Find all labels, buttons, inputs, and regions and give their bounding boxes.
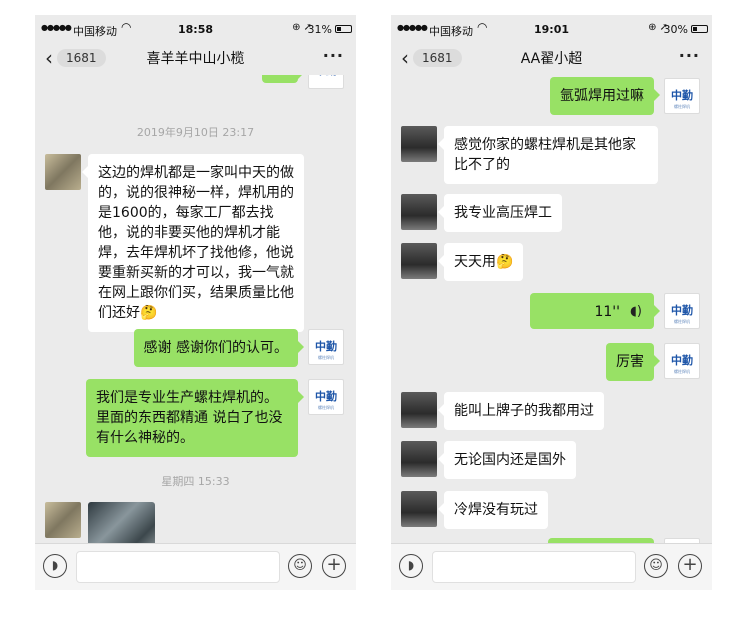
image-message[interactable]: [88, 502, 155, 543]
brand-subtitle: 螺柱焊机: [318, 355, 334, 360]
contact-avatar[interactable]: [45, 154, 81, 190]
plus-icon[interactable]: +: [678, 554, 702, 578]
brand-subtitle: 螺柱焊机: [674, 319, 690, 324]
brand-avatar[interactable]: 中勤 螺柱焊机: [664, 343, 700, 379]
message-bubble-partial[interactable]: [262, 75, 304, 83]
emoji-icon[interactable]: ☺: [644, 554, 668, 578]
brand-avatar[interactable]: 中勤 螺柱焊机: [664, 78, 700, 114]
chat-screen-right: ●●●●● 中国移动 ◠ 19:01 ⊕ ➚ 30% ‹ 1681 AA翟小超 …: [391, 15, 712, 590]
brand-avatar[interactable]: 中勤 螺柱焊机: [308, 329, 344, 365]
battery-percent: 30%: [663, 23, 688, 36]
contact-avatar[interactable]: [401, 392, 437, 428]
emoji-icon[interactable]: ☺: [288, 554, 312, 578]
brand-logo: 中勤: [309, 75, 343, 78]
message-bubble[interactable]: 无论国内还是国外: [438, 441, 576, 479]
voice-input-icon[interactable]: ◗: [43, 554, 67, 578]
message-input[interactable]: [432, 551, 636, 583]
message-bubble[interactable]: 冷焊没有玩过: [438, 491, 548, 529]
brand-avatar[interactable]: 中勤 螺柱焊机: [308, 379, 344, 415]
status-bar: ●●●●● 中国移动 ◠ 18:58 ⊕ ➚ 31%: [35, 15, 356, 43]
nav-bar: ‹ 1681 喜羊羊中山小榄 ···: [35, 43, 356, 75]
message-bubble[interactable]: 这边的焊机都是一家叫中天的做的，说的很神秘一样，焊机用的是1600的，每家工厂都…: [82, 154, 304, 332]
message-bubble[interactable]: 我专业高压焊工: [438, 194, 562, 232]
brand-logo: 中勤: [671, 304, 693, 317]
brand-logo: 中勤: [315, 390, 337, 403]
contact-avatar[interactable]: [401, 126, 437, 162]
contact-avatar[interactable]: [401, 441, 437, 477]
message-bubble[interactable]: 我们是专业生产螺柱焊机的。里面的东西都精通 说白了也没有什么神秘的。: [86, 379, 304, 457]
brand-avatar[interactable]: 中勤: [308, 75, 344, 89]
input-bar: ◗ ☺ +: [391, 543, 712, 590]
message-bubble[interactable]: 天天用🤔: [437, 243, 524, 281]
timestamp: 2019年9月10日 23:17: [136, 126, 255, 139]
battery-icon: [335, 25, 352, 33]
contact-avatar[interactable]: [401, 243, 437, 279]
voice-wave-icon: ◖): [630, 304, 642, 319]
status-bar: ●●●●● 中国移动 ◠ 19:01 ⊕ ➚ 30%: [391, 15, 712, 43]
brand-logo: 中勤: [671, 354, 693, 367]
voice-message[interactable]: 11'' ◖): [530, 293, 660, 329]
brand-logo: 中勤: [315, 340, 337, 353]
voice-input-icon[interactable]: ◗: [399, 554, 423, 578]
input-bar: ◗ ☺ +: [35, 543, 356, 590]
brand-subtitle: 螺柱焊机: [318, 405, 334, 410]
message-bubble[interactable]: 厉害: [606, 343, 660, 381]
more-dots-icon[interactable]: ···: [679, 46, 700, 65]
contact-avatar[interactable]: [401, 491, 437, 527]
battery-icon: [691, 25, 708, 33]
chat-title: AA翟小超: [520, 51, 583, 67]
timestamp: 星期四 15:33: [161, 475, 230, 488]
contact-avatar[interactable]: [401, 194, 437, 230]
brand-logo: 中勤: [671, 89, 693, 102]
battery-percent: 31%: [307, 23, 332, 36]
message-bubble[interactable]: 感谢 感谢你们的认可。: [133, 329, 305, 367]
message-list[interactable]: 中勤 2019年9月10日 23:17 这边的焊机都是一家叫中天的做的，说的很神…: [35, 75, 356, 543]
message-bubble[interactable]: 氩弧焊用过嘛: [550, 77, 660, 115]
chat-screen-left: ●●●●● 中国移动 ◠ 18:58 ⊕ ➚ 31% ‹ 1681 喜羊羊中山小…: [35, 15, 356, 590]
contact-avatar[interactable]: [45, 502, 81, 538]
message-bubble[interactable]: 感觉你家的螺柱焊机是其他家比不了的: [438, 126, 658, 184]
brand-avatar[interactable]: 中勤 螺柱焊机: [664, 293, 700, 329]
nav-bar: ‹ 1681 AA翟小超 ···: [391, 43, 712, 75]
brand-subtitle: 螺柱焊机: [674, 104, 690, 109]
voice-duration: 11'': [594, 304, 620, 320]
message-list[interactable]: 中勤 螺柱焊机 氩弧焊用过嘛 感觉你家的螺柱焊机是其他家比不了的 我专业高压焊工…: [391, 75, 712, 543]
chat-title: 喜羊羊中山小榄: [146, 51, 245, 67]
more-dots-icon[interactable]: ···: [323, 46, 344, 65]
brand-subtitle: 螺柱焊机: [674, 369, 690, 374]
plus-icon[interactable]: +: [322, 554, 346, 578]
message-bubble[interactable]: 能叫上牌子的我都用过: [438, 392, 604, 430]
message-input[interactable]: [76, 551, 280, 583]
